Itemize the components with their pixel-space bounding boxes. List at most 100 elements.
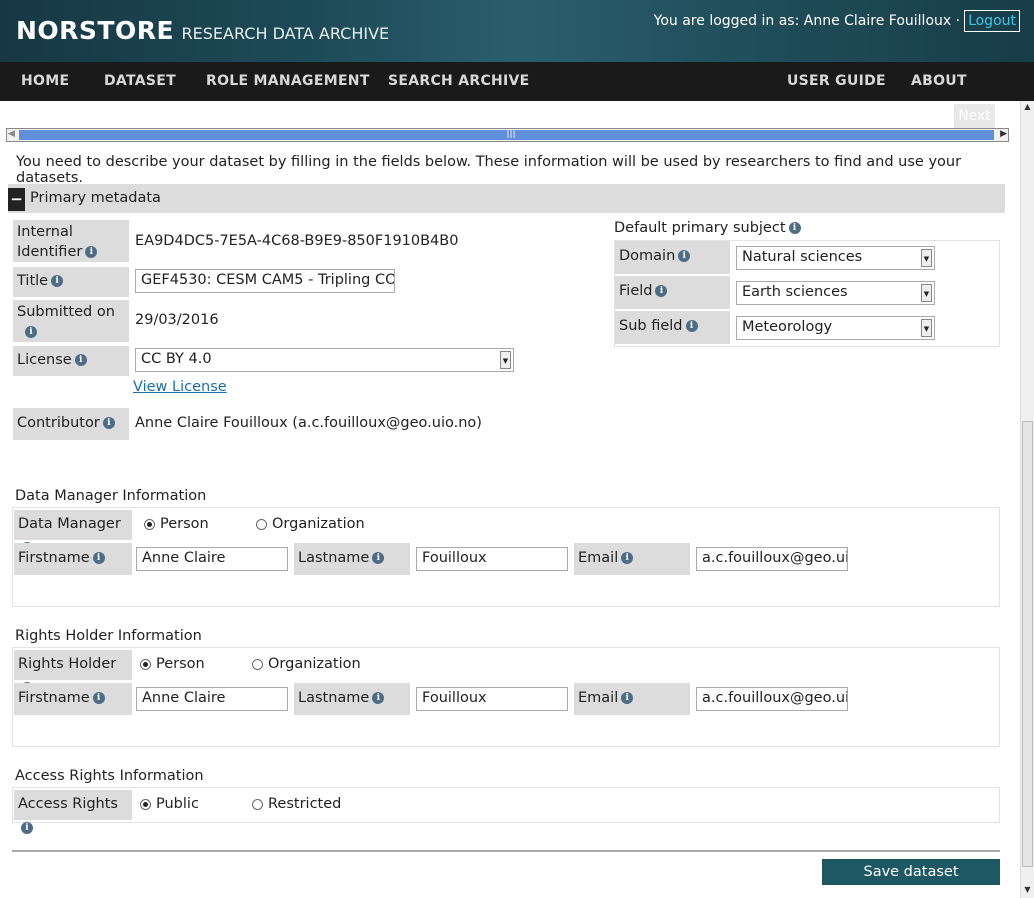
nav-user-guide[interactable]: USER GUIDE [787,73,886,89]
nav-about[interactable]: ABOUT [911,73,967,89]
site-logo[interactable]: NORSTORE RESEARCH DATA ARCHIVE [16,16,389,45]
label-text: Lastname [298,690,370,706]
chevron-down-icon[interactable]: ▼ [921,249,932,267]
rights-holder-person-radio[interactable]: Person [140,656,205,672]
rights-holder-organization-radio[interactable]: Organization [252,656,361,672]
data-manager-title: Data Manager Information [15,488,207,504]
radio-label: Organization [272,516,365,532]
field-select[interactable]: Earth sciences ▼ [736,281,935,305]
label-text: License [17,352,72,368]
logo-subtitle: RESEARCH DATA ARCHIVE [181,24,390,43]
info-icon[interactable]: i [92,692,105,704]
nav-dataset[interactable]: DATASET [104,73,176,89]
rights-holder-type-label: Rights Holderi [14,650,132,694]
info-icon[interactable]: i [74,354,87,366]
radio-icon[interactable] [252,798,263,810]
info-icon[interactable]: i [92,552,105,564]
subfield-selected: Meteorology [742,319,833,335]
contributor-value: Anne Claire Fouilloux (a.c.fouilloux@geo… [135,415,482,431]
domain-select[interactable]: Natural sciences ▼ [736,246,935,270]
label-text: Access Rights [18,796,118,812]
rh-email-label: Email i [574,683,690,715]
horizontal-scrollbar[interactable]: ◀ ||| ▶ [6,128,1009,142]
info-icon[interactable]: i [372,692,385,704]
data-manager-person-radio[interactable]: Person [144,516,209,532]
label-text: Sub field [619,318,683,334]
chevron-down-icon[interactable]: ▼ [921,319,932,337]
license-select[interactable]: CC BY 4.0 ▼ [135,348,514,372]
submitted-label: Submitted on i [13,300,129,342]
rh-lastname-label: Lastname i [294,683,410,715]
nav-home[interactable]: HOME [21,73,69,89]
rh-firstname-input[interactable]: Anne Claire [136,687,288,711]
info-icon[interactable]: i [85,246,98,258]
dm-firstname-input[interactable]: Anne Claire [136,547,288,571]
label-text: Email [578,550,619,566]
access-public-radio[interactable]: Public [140,796,199,812]
radio-selected-icon[interactable] [140,658,151,670]
label-text: Title [17,273,49,289]
scroll-right-icon[interactable]: ▶ [1000,129,1007,139]
nav-search-archive[interactable]: SEARCH ARCHIVE [388,73,530,89]
radio-selected-icon[interactable] [140,798,151,810]
submitted-value: 29/03/2016 [135,312,219,328]
chevron-down-icon[interactable]: ▼ [921,284,932,302]
chevron-down-icon[interactable]: ▼ [500,351,511,369]
info-icon[interactable]: i [25,326,37,338]
label-text: Firstname [18,550,90,566]
info-icon[interactable]: i [678,250,691,262]
collapse-icon[interactable]: − [8,188,25,211]
info-icon[interactable]: i [621,552,634,564]
horizontal-scroll-thumb[interactable]: ||| [19,129,994,140]
main-nav: HOME DATASET ROLE MANAGEMENT SEARCH ARCH… [0,62,1034,101]
radio-label: Person [156,656,205,672]
scroll-up-icon[interactable]: ▲ [1022,102,1033,114]
rh-email-input[interactable]: a.c.fouilloux@geo.uio.no [696,687,848,711]
dm-lastname-input[interactable]: Fouilloux [416,547,568,571]
label-text: Field [619,283,653,299]
scroll-down-icon[interactable]: ▼ [1022,885,1033,897]
data-manager-type-label: Data Manageri [14,510,132,554]
field-selected: Earth sciences [742,284,848,300]
radio-icon[interactable] [252,658,263,670]
vertical-scroll-thumb[interactable] [1022,421,1033,867]
info-icon[interactable]: i [372,552,385,564]
primary-metadata-header[interactable]: − Primary metadata [8,184,1005,213]
info-icon[interactable]: i [21,822,33,834]
info-icon[interactable]: i [655,285,668,297]
dm-email-input[interactable]: a.c.fouilloux@geo.uio.no [696,547,848,571]
scroll-left-icon[interactable]: ◀ [8,129,15,139]
info-icon[interactable]: i [685,320,698,332]
next-button[interactable]: Next [954,104,995,128]
logout-link[interactable]: Logout [964,10,1020,32]
dm-lastname-label: Lastname i [294,543,410,575]
radio-icon[interactable] [256,518,267,530]
vertical-scrollbar[interactable]: ▲ ▼ [1020,101,1034,898]
info-icon[interactable]: i [102,417,115,429]
main-content: Next ◀ ||| ▶ You need to describe your d… [0,101,1020,898]
rh-firstname-label: Firstname i [14,683,132,715]
domain-selected: Natural sciences [742,249,863,265]
info-icon[interactable]: i [51,275,64,287]
domain-label: Domain i [615,241,730,274]
subfield-select[interactable]: Meteorology ▼ [736,316,935,340]
data-manager-organization-radio[interactable]: Organization [256,516,365,532]
save-dataset-button[interactable]: Save dataset information [822,859,1000,898]
site-header: NORSTORE RESEARCH DATA ARCHIVE You are l… [0,0,1034,62]
label-text: Contributor [17,415,100,431]
group-title-text: Default primary subject [614,220,786,236]
contributor-label: Contributor i [13,408,129,440]
info-icon[interactable]: i [621,692,634,704]
info-icon[interactable]: i [788,222,801,234]
radio-label: Person [160,516,209,532]
rh-lastname-input[interactable]: Fouilloux [416,687,568,711]
view-license-link[interactable]: View License [133,379,227,395]
title-input[interactable]: GEF4530: CESM CAM5 - Tripling CO2 [135,269,395,293]
divider [12,850,1000,852]
subfield-label: Sub field i [615,311,730,344]
access-restricted-radio[interactable]: Restricted [252,796,341,812]
logo-brand: NORSTORE [16,16,175,45]
primary-subject-title: Default primary subject i [614,220,801,236]
nav-role-management[interactable]: ROLE MANAGEMENT [206,73,370,89]
radio-selected-icon[interactable] [144,518,155,530]
